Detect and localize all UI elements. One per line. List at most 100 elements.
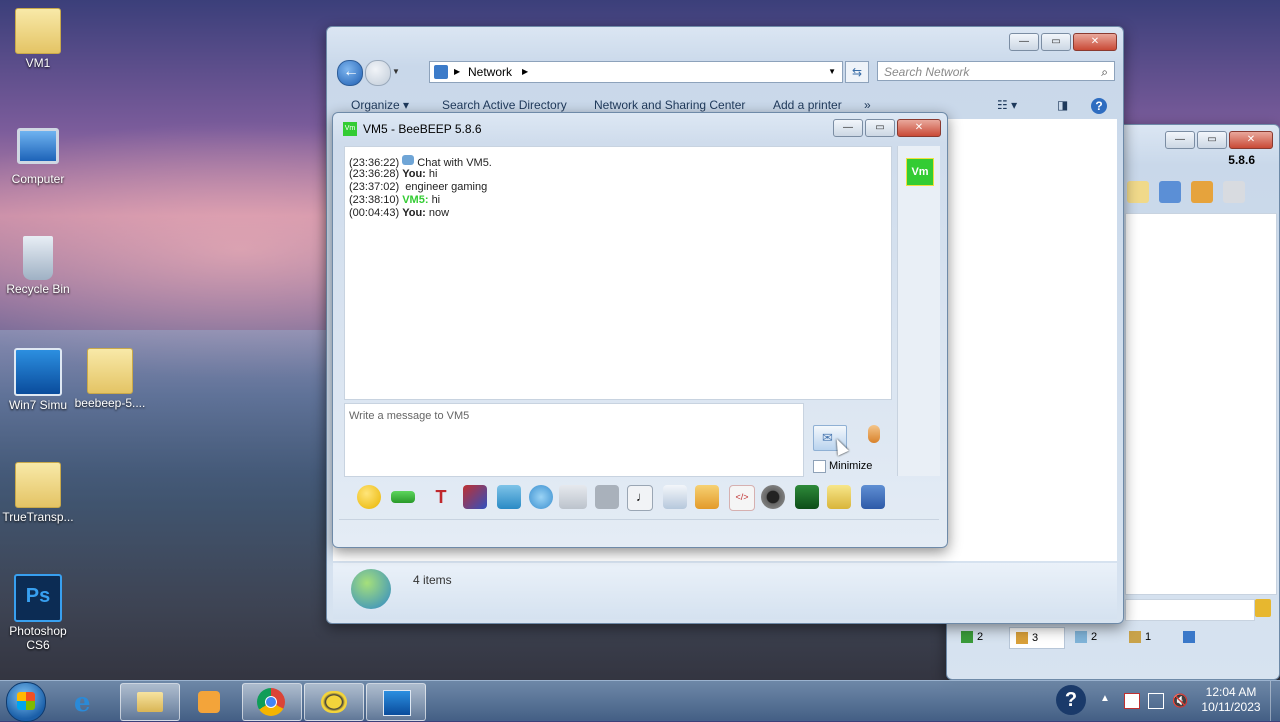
forward-button[interactable]	[365, 60, 391, 86]
item-count: 4 items	[413, 573, 452, 587]
font-size-icon[interactable]	[595, 485, 619, 509]
compact-icon[interactable]	[497, 485, 521, 509]
tab-count: 3	[1032, 632, 1039, 644]
taskbar-explorer[interactable]	[120, 683, 180, 721]
tab-groups[interactable]: 3	[1009, 627, 1065, 649]
folder-icon[interactable]	[695, 485, 719, 509]
network-tray-icon[interactable]	[1148, 693, 1164, 709]
minimize-button[interactable]: —	[1009, 33, 1039, 51]
desktop-icon-beebeep[interactable]: beebeep-5....	[72, 348, 148, 410]
volume-muted-icon[interactable]: 🔇	[1172, 693, 1188, 709]
media-player-icon	[198, 691, 220, 713]
address-text: Network	[468, 65, 513, 79]
minimize-button[interactable]: —	[833, 119, 863, 137]
filter-icon[interactable]	[463, 485, 487, 509]
desktop-icon-label: VM1	[25, 56, 51, 70]
settings-icon[interactable]	[529, 485, 553, 509]
close-button[interactable]: ✕	[1073, 33, 1117, 51]
beebeep-tabs: 2 3 2 1	[955, 627, 1211, 649]
trash-icon[interactable]	[1223, 181, 1245, 203]
chat-message: (00:04:43) You: now	[349, 207, 449, 219]
network-sharing-center-button[interactable]: Network and Sharing Center	[594, 98, 745, 112]
minimize-checkbox[interactable]	[813, 460, 826, 473]
chat-window: Vm VM5 - BeeBEEP 5.8.6 — ▭ ✕ (23:36:22) …	[332, 112, 948, 548]
desktop-icon-recycle-bin[interactable]: Recycle Bin	[0, 236, 76, 296]
message-time: (23:38:10)	[349, 194, 400, 206]
organize-menu[interactable]: Organize ▾	[351, 98, 409, 112]
desktop-icon-win7-simu[interactable]: Win7 Simu	[0, 348, 76, 412]
taskbar-win7-simu[interactable]	[366, 683, 426, 721]
maximize-button[interactable]: ▭	[1197, 131, 1227, 149]
message-time: (23:36:28)	[349, 168, 400, 180]
minimize-button[interactable]: —	[1165, 131, 1195, 149]
font-icon[interactable]: T	[429, 485, 453, 509]
message-sender: VM5:	[402, 194, 429, 206]
network-icon	[434, 65, 448, 79]
edit-icon[interactable]	[1127, 181, 1149, 203]
search-placeholder: Search Network	[884, 65, 970, 79]
help-icon[interactable]: ?	[1091, 98, 1107, 114]
broom-icon[interactable]	[1255, 599, 1271, 617]
address-dropdown-icon[interactable]: ▼	[828, 62, 836, 82]
screenshot-icon[interactable]	[761, 485, 785, 509]
html-icon[interactable]: </>	[729, 485, 755, 511]
more-commands-button[interactable]: »	[864, 98, 871, 112]
network-users-icon	[1129, 631, 1141, 643]
preview-pane-icon[interactable]: ◨	[1057, 98, 1068, 112]
close-button[interactable]: ✕	[1229, 131, 1273, 149]
desktop-icon-truetransp[interactable]: TrueTransp...	[0, 462, 76, 524]
microphone-icon	[868, 425, 880, 443]
desktop-icon-vm1[interactable]: VM1	[0, 8, 76, 70]
taskbar-chrome[interactable]	[242, 683, 302, 721]
desktop-icon-computer[interactable]: Computer	[0, 122, 76, 186]
search-input[interactable]: Search Network ⌕	[877, 61, 1115, 81]
window-controls: — ▭ ✕	[1009, 33, 1117, 51]
chat-message: (23:36:22) Chat with VM5.	[349, 155, 492, 169]
start-button[interactable]	[6, 682, 46, 722]
help-tray-icon[interactable]: ?	[1056, 685, 1086, 715]
show-hidden-icons-button[interactable]: ▲	[1100, 693, 1110, 704]
refresh-button[interactable]: ⇆	[845, 61, 869, 83]
sound-icon[interactable]: ♩	[627, 485, 653, 511]
details-pane: 4 items	[333, 563, 1117, 619]
tab-users[interactable]: 2	[955, 627, 1009, 647]
message-input[interactable]: Write a message to VM5	[344, 403, 804, 477]
note-icon[interactable]	[827, 485, 851, 509]
view-options-icon[interactable]: ☷ ▾	[997, 98, 1017, 112]
taskbar-media-player[interactable]	[180, 683, 238, 719]
tab-shared[interactable]	[1177, 627, 1211, 647]
address-bar[interactable]: ▶ Network ▶ ▼	[429, 61, 843, 83]
save-icon[interactable]	[861, 485, 885, 509]
smiley-icon[interactable]	[357, 485, 381, 509]
beebeep-input[interactable]	[1125, 599, 1255, 621]
member-panel: Vm	[897, 146, 940, 476]
color-icon[interactable]	[391, 491, 415, 503]
tab-chats[interactable]: 2	[1065, 627, 1123, 647]
desktop-icon-photoshop[interactable]: Ps Photoshop CS6	[0, 574, 76, 652]
voice-message-button[interactable]	[865, 425, 883, 451]
chrome-icon	[257, 688, 285, 716]
maximize-button[interactable]: ▭	[1041, 33, 1071, 51]
recent-pages-dropdown[interactable]: ▼	[392, 67, 400, 76]
chat-message: (23:36:28) You: hi	[349, 168, 437, 180]
chat-window-title: VM5 - BeeBEEP 5.8.6	[363, 122, 482, 136]
tools-icon[interactable]	[1159, 181, 1181, 203]
taskbar-beebeep[interactable]	[304, 683, 364, 721]
search-ad-button[interactable]: Search Active Directory	[442, 98, 567, 112]
maximize-button[interactable]: ▭	[865, 119, 895, 137]
action-center-icon[interactable]	[1124, 693, 1140, 709]
close-button[interactable]: ✕	[897, 119, 941, 137]
win7-simu-taskbar-icon	[383, 690, 411, 716]
add-printer-button[interactable]: Add a printer	[773, 98, 842, 112]
spellcheck-icon[interactable]	[559, 485, 587, 509]
back-button[interactable]: ←	[337, 60, 363, 86]
clock[interactable]: 12:04 AM 10/11/2023	[1196, 685, 1266, 715]
member-avatar[interactable]: Vm	[906, 158, 934, 186]
tab-network[interactable]: 1	[1123, 627, 1177, 647]
message-sender: You:	[402, 207, 426, 219]
bookmark-icon[interactable]	[1191, 181, 1213, 203]
file-send-icon[interactable]	[663, 485, 687, 509]
show-desktop-button[interactable]	[1270, 681, 1280, 721]
terminal-icon[interactable]	[795, 485, 819, 509]
taskbar-ie[interactable]: e	[58, 683, 116, 719]
